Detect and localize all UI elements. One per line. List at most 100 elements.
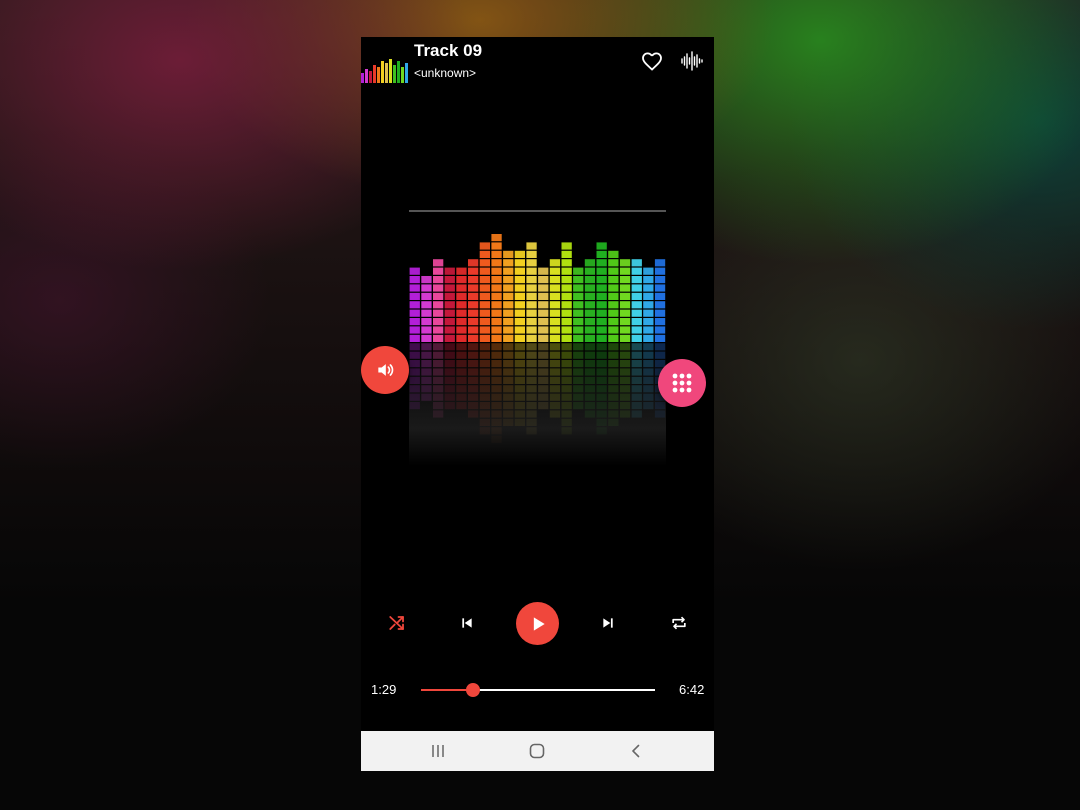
art-bar-cell [526,276,537,284]
art-bar-cell [503,326,514,334]
art-bar-cell [596,250,607,258]
art-bar-cell [479,326,490,334]
art-bar-cell [526,334,537,342]
album-art [409,210,666,466]
back-button[interactable] [625,741,647,761]
art-bar-cell [631,318,642,326]
art-bar-cell [468,276,479,284]
waveform-icon[interactable] [680,49,704,73]
seek-bar[interactable] [421,680,655,700]
art-bar-cell [608,318,619,326]
art-bar-cell [643,301,654,309]
art-bar-cell [538,292,549,300]
art-bar-cell [444,292,455,300]
phone-screen: Track 09 <unknown> 1:29 6:42 [361,37,714,771]
art-bar-cell [538,267,549,275]
menu-grid-button[interactable] [658,359,706,407]
art-bar-cell [608,250,619,258]
art-bar-cell [433,267,444,275]
art-bar-cell [561,259,572,267]
art-bar-cell [526,267,537,275]
art-bar-cell [608,276,619,284]
thumbnail-bar [369,71,372,83]
art-bar-cell [608,309,619,317]
skip-next-icon [603,618,613,628]
play-button[interactable] [516,602,559,645]
art-bar-cell [654,292,666,300]
art-bar-cell [433,334,444,342]
art-bar-cell [479,250,490,258]
art-bar-cell [409,301,420,309]
art-bar-cell [444,267,455,275]
thumbnail-bar [397,61,400,83]
art-bar-cell [561,267,572,275]
art-bar-cell [503,334,514,342]
art-bar-cell [433,292,444,300]
shuffle-button[interactable] [382,608,412,638]
repeat-button[interactable] [664,608,694,638]
art-bar-cell [479,292,490,300]
art-bar-cell [549,334,561,342]
art-bar-cell [584,318,596,326]
art-bar-cell [549,292,561,300]
next-button[interactable] [593,608,623,638]
art-bar-cell [549,276,561,284]
recents-icon [432,745,444,757]
art-bar-cell [526,292,537,300]
art-bar-cell [643,276,654,284]
art-bar-cell [561,250,572,258]
art-bar-cell [631,309,642,317]
art-bar-cell [421,334,432,342]
art-bar-cell [409,318,420,326]
repeat-icon [672,616,686,630]
art-bar-cell [654,301,666,309]
art-bar-cell [549,301,561,309]
art-bar-cell [503,267,514,275]
art-bar-cell [619,334,631,342]
art-bar-cell [503,292,514,300]
art-bar-cell [631,259,642,267]
art-bar-cell [526,242,537,250]
art-bar-cell [421,309,432,317]
art-bar-cell [596,318,607,326]
seek-thumb[interactable] [465,683,480,697]
recents-button[interactable] [427,741,449,761]
track-artist: <unknown> [414,66,477,80]
heart-icon[interactable] [640,49,664,73]
art-bar-cell [596,259,607,267]
art-bar-cell [491,267,502,275]
art-bar-cell [608,267,619,275]
art-bar-cell [619,284,631,292]
art-bar-cell [456,276,467,284]
art-bar-cell [514,267,525,275]
art-bar-cell [538,301,549,309]
art-bar-cell [654,267,666,275]
art-bar-cell [444,301,455,309]
art-bar-cell [444,309,455,317]
art-bar-cell [584,267,596,275]
art-bar-cell [584,259,596,267]
back-icon [632,744,640,758]
art-bar-cell [491,276,502,284]
art-bar-cell [491,234,502,242]
art-bar-cell [421,284,432,292]
art-bar-cell [584,326,596,334]
art-bar-cell [409,326,420,334]
art-bar-cell [409,334,420,342]
art-bar-cell [514,326,525,334]
art-bar-cell [526,318,537,326]
art-bar-cell [444,276,455,284]
art-bar-cell [491,259,502,267]
art-bar-cell [643,284,654,292]
art-bar-cell [444,334,455,342]
art-bar-cell [573,267,584,275]
shuffle-icon [389,616,404,630]
art-bar-cell [654,284,666,292]
art-bar-cell [549,326,561,334]
album-thumbnail[interactable] [361,41,409,83]
home-button[interactable] [526,741,548,761]
previous-button[interactable] [452,608,482,638]
art-bar-cell [479,301,490,309]
art-bar-cell [433,284,444,292]
volume-button[interactable] [361,346,409,394]
